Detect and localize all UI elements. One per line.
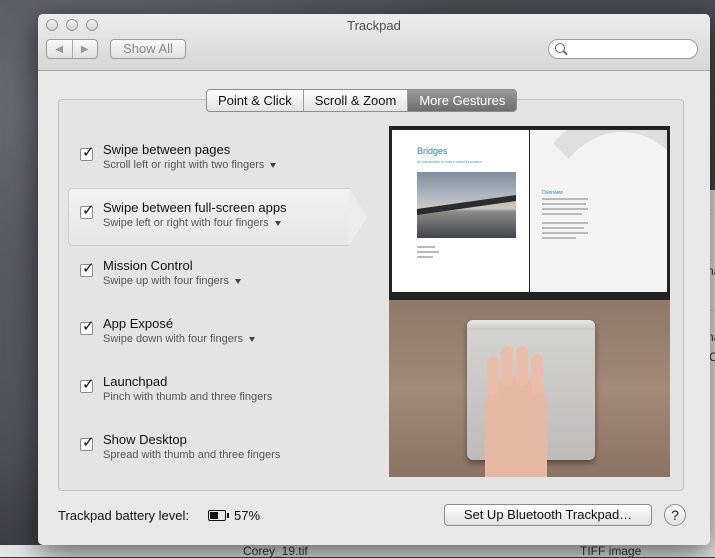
- gesture-row-swipe-fullscreen-apps[interactable]: ✓ Swipe between full-screen apps Swipe l…: [68, 188, 367, 250]
- gesture-row-show-desktop[interactable]: ✓ Show Desktop Spread with thumb and thr…: [68, 424, 344, 482]
- titlebar: Trackpad ◀ ▶ Show All: [38, 14, 710, 71]
- gesture-description: Spread with thumb and three fingers: [103, 449, 281, 461]
- gesture-option[interactable]: Swipe down with four fingers: [103, 333, 256, 345]
- checkbox-mission-control[interactable]: ✓: [80, 260, 95, 277]
- chevron-left-icon: ◀: [55, 43, 64, 55]
- checkmark-icon: ✓: [82, 318, 95, 335]
- background-file-kind: TIFF image: [580, 544, 642, 558]
- book-section-heading: Overview: [542, 190, 563, 196]
- gesture-row-mission-control[interactable]: ✓ Mission Control Swipe up with four fin…: [68, 250, 344, 308]
- book-left-page: Bridges An introduction to man's oldest …: [392, 130, 529, 292]
- back-forward-control: ◀ ▶: [46, 39, 98, 59]
- gesture-row-launchpad[interactable]: ✓ Launchpad Pinch with thumb and three f…: [68, 366, 344, 424]
- search-field[interactable]: [548, 39, 698, 59]
- gesture-description: Pinch with thumb and three fingers: [103, 391, 273, 403]
- search-icon: [555, 43, 565, 53]
- window-title: Trackpad: [347, 18, 401, 33]
- setup-bluetooth-trackpad-button[interactable]: Set Up Bluetooth Trackpad…: [444, 504, 652, 526]
- gesture-title: App Exposé: [103, 316, 174, 331]
- gesture-option[interactable]: Swipe up with four fingers: [103, 275, 241, 287]
- background-file-row: Corey_19.tif TIFF image: [0, 545, 715, 557]
- battery-icon: [208, 510, 229, 521]
- selection-arrow: [349, 188, 367, 246]
- trackpad-demo-video: [389, 300, 670, 477]
- gesture-row-swipe-pages[interactable]: ✓ Swipe between pages Scroll left or rig…: [68, 134, 344, 192]
- background-file-name: Corey_19.tif: [243, 544, 308, 558]
- book-title: Bridges: [417, 146, 448, 156]
- battery-percent: 57%: [234, 508, 261, 523]
- gesture-option[interactable]: Swipe left or right with four fingers: [103, 217, 281, 229]
- trackpad-preferences-window: Trackpad ◀ ▶ Show All Point & Click Scro…: [38, 14, 710, 545]
- gesture-option[interactable]: Scroll left or right with two fingers: [103, 159, 277, 171]
- checkbox-show-desktop[interactable]: ✓: [80, 434, 95, 451]
- bridge-arch-image: [530, 130, 667, 292]
- tab-more-gestures[interactable]: More Gestures: [408, 90, 517, 111]
- checkmark-icon: ✓: [82, 376, 95, 393]
- gesture-title: Swipe between full-screen apps: [103, 200, 287, 215]
- gesture-preview-video: Bridges An introduction to man's oldest …: [389, 126, 670, 477]
- forward-button[interactable]: ▶: [73, 40, 98, 58]
- book-subtitle: An introduction to man's oldest innovati…: [417, 160, 482, 164]
- back-button[interactable]: ◀: [47, 40, 73, 58]
- chevron-down-icon: [274, 220, 281, 226]
- checkbox-swipe-pages[interactable]: ✓: [80, 144, 95, 161]
- gesture-title: Show Desktop: [103, 432, 187, 447]
- battery-level-label: Trackpad battery level:: [58, 508, 190, 523]
- hand-image: [485, 346, 547, 477]
- checkmark-icon: ✓: [82, 144, 95, 161]
- checkmark-icon: ✓: [82, 260, 95, 277]
- checkbox-swipe-fullscreen-apps[interactable]: ✓: [80, 202, 95, 219]
- tab-point-click[interactable]: Point & Click: [207, 90, 304, 111]
- gesture-row-app-expose[interactable]: ✓ App Exposé Swipe down with four finger…: [68, 308, 344, 366]
- chevron-down-icon: [270, 162, 277, 168]
- chevron-down-icon: [249, 336, 256, 342]
- chevron-right-icon: ▶: [80, 43, 89, 55]
- checkmark-icon: ✓: [82, 434, 95, 451]
- checkmark-icon: ✓: [82, 202, 95, 219]
- book-right-page: Overview: [530, 130, 667, 292]
- bridge-photo: [417, 172, 516, 238]
- chevron-down-icon: [234, 278, 241, 284]
- tab-bar: Point & Click Scroll & Zoom More Gesture…: [206, 89, 518, 112]
- help-button[interactable]: ?: [664, 504, 686, 526]
- magic-trackpad-image: [467, 320, 595, 477]
- tab-scroll-zoom[interactable]: Scroll & Zoom: [304, 90, 409, 111]
- checkbox-launchpad[interactable]: ✓: [80, 376, 95, 393]
- gesture-title: Launchpad: [103, 374, 168, 389]
- gesture-title: Swipe between pages: [103, 142, 231, 157]
- ebook-preview: Bridges An introduction to man's oldest …: [389, 126, 670, 300]
- gesture-title: Mission Control: [103, 258, 193, 273]
- show-all-button[interactable]: Show All: [110, 39, 186, 59]
- checkbox-app-expose[interactable]: ✓: [80, 318, 95, 335]
